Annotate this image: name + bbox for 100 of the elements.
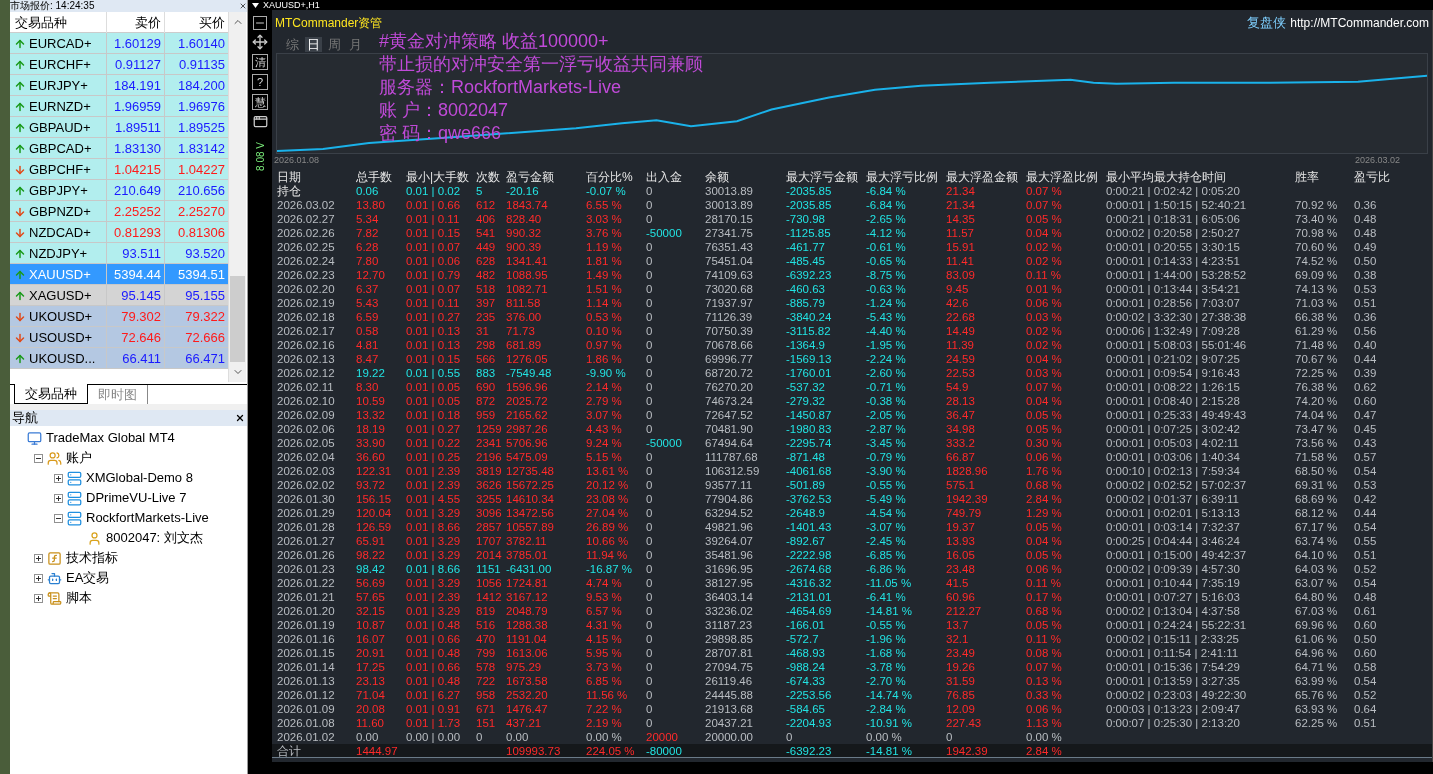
table-cell-text: -6392.23 xyxy=(786,744,833,758)
table-cell-text: 4.74 % xyxy=(586,576,623,590)
table-cell-text: 2026.02.05 xyxy=(277,436,336,450)
tree-item[interactable]: 技术指标 xyxy=(66,548,118,568)
table-cell-text: 0 xyxy=(646,338,654,352)
collapse-icon[interactable] xyxy=(54,513,63,523)
table-cell-text: 1082.71 xyxy=(506,282,549,296)
symbol-row[interactable]: GBPCAD+ 1.83130 1.83142 xyxy=(10,138,228,159)
table-cell-text: 65.76 % xyxy=(1295,688,1339,702)
table-cell-text: 32.15 xyxy=(356,604,386,618)
table-cell-text: 0.01 | 2.39 xyxy=(406,590,462,604)
robot-icon xyxy=(47,570,62,586)
tree-item[interactable]: TradeMax Global MT4 xyxy=(46,428,175,448)
collapse-icon[interactable] xyxy=(34,453,43,463)
tree-item[interactable]: EA交易 xyxy=(66,568,110,588)
expand-icon[interactable] xyxy=(34,573,43,583)
expand-icon[interactable] xyxy=(34,553,43,563)
table-cell-text: 7.22 % xyxy=(586,702,623,716)
table-cell-text: -166.01 xyxy=(786,618,826,632)
table-cell-text: -3840.24 xyxy=(786,310,833,324)
symbol-row[interactable]: USOUSD+ 72.646 72.666 xyxy=(10,327,228,348)
symbol-row[interactable]: UKOUSD... 66.411 66.471 xyxy=(10,348,228,369)
caret-down-icon[interactable] xyxy=(252,2,259,8)
table-cell-text: 0:00:01 | 0:28:56 | 7:03:07 xyxy=(1106,296,1241,310)
window-icon[interactable] xyxy=(252,114,268,129)
toolbar-button[interactable]: 慧 xyxy=(252,94,268,110)
table-cell-text: -4.40 % xyxy=(866,324,907,338)
expand-icon[interactable] xyxy=(34,593,43,603)
table-cell-text: 20.12 % xyxy=(586,478,630,492)
table-cell-text: 1843.74 xyxy=(506,198,549,212)
tree-item[interactable]: 脚本 xyxy=(66,588,92,608)
table-cell-text: 0:00:01 | 0:21:02 | 9:07:25 xyxy=(1106,352,1241,366)
table-cell-text: 0.03 % xyxy=(1026,310,1063,324)
table-cell-text: 0.50 xyxy=(1354,632,1378,646)
table-cell-text: 799 xyxy=(476,646,497,660)
tree-item[interactable]: DPrimeVU-Live 7 xyxy=(86,488,187,508)
table-cell-text: 0.03 % xyxy=(1026,366,1063,380)
table-cell-text: 72.25 % xyxy=(1295,366,1339,380)
monitor-icon xyxy=(27,430,42,446)
tree-item[interactable]: 账户 xyxy=(66,448,92,468)
site-link[interactable]: http://MTCommander.com xyxy=(1290,14,1429,32)
table-cell-text: -988.24 xyxy=(786,660,826,674)
table-cell-text: 69996.77 xyxy=(705,352,754,366)
symbol-row[interactable]: NZDJPY+ 93.511 93.520 xyxy=(10,243,228,264)
table-cell-text: 397 xyxy=(476,296,497,310)
window-title: XAUUSD+,H1 xyxy=(263,0,320,10)
close-icon[interactable] xyxy=(239,2,247,10)
minus-icon[interactable] xyxy=(253,16,267,30)
toolbar-button[interactable]: ? xyxy=(252,74,268,90)
table-cell-text: 0.01 | 3.29 xyxy=(406,604,462,618)
table-cell-text: 0.05 % xyxy=(1026,422,1063,436)
table-cell-text: 0.01 | 0.13 xyxy=(406,324,462,338)
table-cell-text: 0.07 % xyxy=(1026,660,1063,674)
table-cell-text: 1.76 % xyxy=(1026,464,1063,478)
panel-tab[interactable]: 交易品种 xyxy=(14,384,88,404)
table-cell-text: 0.01 | 0.66 xyxy=(406,660,462,674)
symbol-row[interactable]: EURCHF+ 0.91127 0.91135 xyxy=(10,54,228,75)
table-cell-text: 71.04 xyxy=(356,688,386,702)
table-cell-text: 0.11 % xyxy=(1026,576,1062,590)
expand-icon[interactable] xyxy=(54,473,63,483)
table-cell-text: 2026.02.06 xyxy=(277,422,336,436)
toolbar-button[interactable]: 清 xyxy=(252,54,268,70)
symbol-row[interactable]: EURJPY+ 184.191 184.200 xyxy=(10,75,228,96)
table-cell-text: 0.53 xyxy=(1354,478,1378,492)
symbol-row[interactable]: GBPCHF+ 1.04215 1.04227 xyxy=(10,159,228,180)
overlay-text: 账 户：8002047 xyxy=(379,99,510,122)
symbol-row[interactable]: XAGUSD+ 95.145 95.155 xyxy=(10,285,228,306)
table-cell-text: 2026.02.26 xyxy=(277,226,336,240)
table-cell-text: 1.29 % xyxy=(1026,506,1063,520)
table-cell-text: 0 xyxy=(646,268,654,282)
table-cell-text: 681.89 xyxy=(506,338,543,352)
table-cell-text: 0.36 xyxy=(1354,310,1378,324)
symbol-row[interactable]: EURCAD+ 1.60129 1.60140 xyxy=(10,33,228,54)
table-cell-text: -2204.93 xyxy=(786,716,833,730)
table-cell-text: 0:00:01 | 0:08:22 | 1:26:15 xyxy=(1106,380,1241,394)
server-icon xyxy=(67,470,82,486)
symbol-row[interactable]: UKOUSD+ 79.302 79.322 xyxy=(10,306,228,327)
table-cell-text: 0.01 | 0.66 xyxy=(406,198,462,212)
symbol-row[interactable]: GBPNZD+ 2.25252 2.25270 xyxy=(10,201,228,222)
scrollbar[interactable] xyxy=(228,12,246,382)
close-icon[interactable] xyxy=(235,413,245,423)
tree-item[interactable]: 8002047: 刘文杰 xyxy=(106,528,203,548)
table-cell-text: 0 xyxy=(786,730,794,744)
symbol-row[interactable]: GBPJPY+ 210.649 210.656 xyxy=(10,180,228,201)
scrollbar-thumb[interactable] xyxy=(230,276,245,362)
tree-item[interactable]: RockfortMarkets-Live xyxy=(86,508,209,528)
table-cell-text: 64.71 % xyxy=(1295,660,1339,674)
table-cell-text: -6.86 % xyxy=(866,562,907,576)
column-header[interactable]: 买价 xyxy=(165,12,228,33)
expand-icon[interactable] xyxy=(54,493,63,503)
move-icon[interactable] xyxy=(252,34,268,50)
symbol-row[interactable]: NZDCAD+ 0.81293 0.81306 xyxy=(10,222,228,243)
symbol-row[interactable]: GBPAUD+ 1.89511 1.89525 xyxy=(10,117,228,138)
table-cell-text: 0 xyxy=(646,380,654,394)
tree-item[interactable]: XMGlobal-Demo 8 xyxy=(86,468,193,488)
table-cell-text: -4.54 % xyxy=(866,506,907,520)
symbol-row[interactable]: EURNZD+ 1.96959 1.96976 xyxy=(10,96,228,117)
period-tab[interactable]: 日 xyxy=(305,37,322,52)
table-cell-text: 0.44 xyxy=(1354,352,1378,366)
table-cell-text: 3167.12 xyxy=(506,590,549,604)
